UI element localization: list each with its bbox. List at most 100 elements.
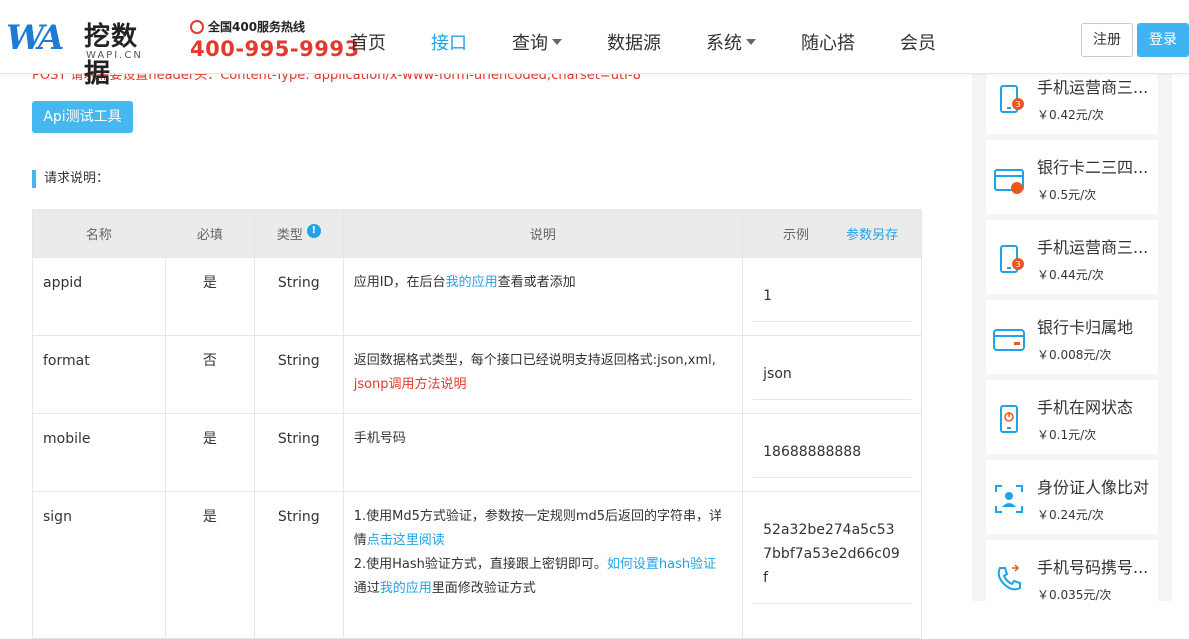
hash-setup-link[interactable]: 如何设置hash验证 xyxy=(607,557,716,572)
param-example-cell: 18688888888 xyxy=(742,413,922,492)
save-params-link[interactable]: 参数另存 xyxy=(846,228,898,243)
header-desc: 说明 xyxy=(342,209,744,258)
nav-member[interactable]: 会员 xyxy=(886,0,950,74)
header-example-label: 示例 xyxy=(783,228,810,243)
param-desc: 返回数据格式类型，每个接口已经说明支持返回格式:json,xml, jsonp调… xyxy=(342,335,744,414)
caret-down-icon xyxy=(552,39,562,45)
sidebar-item-title: 手机在网状态 xyxy=(1037,398,1134,417)
table-header-row: 名称 必填 类型! 说明 示例 参数另存 xyxy=(32,209,922,258)
param-type: String xyxy=(253,335,344,414)
section-title: 请求说明： xyxy=(32,170,109,188)
hotline-label-row: 全国400服务热线 xyxy=(190,18,360,35)
phone-3-icon: 3 xyxy=(1000,85,1024,113)
sidebar-item[interactable]: 手机在网状态 ￥0.1元/次 xyxy=(986,380,1158,454)
logo-mark: WA xyxy=(6,18,64,58)
read-more-link[interactable]: 点击这里阅读 xyxy=(367,533,445,548)
sidebar-item[interactable]: 银行卡二三四... ￥0.5元/次 xyxy=(986,140,1158,214)
nav-label: 数据源 xyxy=(607,33,661,54)
nav-suixinda[interactable]: 随心搭 xyxy=(787,0,869,74)
svg-text:3: 3 xyxy=(1015,100,1020,109)
related-apis-sidebar: 3 手机运营商三... ￥0.42元/次 银行卡二三四... ￥0.5元/次 3… xyxy=(972,60,1172,614)
param-example[interactable]: 52a32be274a5c537bbf7a53e2d66c09f xyxy=(753,505,911,604)
sidebar-item-price: ￥0.5元/次 xyxy=(1037,188,1097,202)
nav-api[interactable]: 接口 xyxy=(417,0,481,74)
param-name: mobile xyxy=(32,413,166,492)
param-desc: 应用ID，在后台我的应用查看或者添加 xyxy=(342,257,744,336)
jsonp-guide-link[interactable]: jsonp调用方法说明 xyxy=(354,377,467,392)
site-header: WA 挖数据 WAPI.CN 全国400服务热线 400-995-9993 首页… xyxy=(0,0,1189,89)
sidebar-item[interactable]: 手机号码携号... ￥0.035元/次 xyxy=(986,540,1158,614)
table-row: sign 是 String 1.使用Md5方式验证，参数按一定规则md5后返回的… xyxy=(32,491,922,639)
header-name: 名称 xyxy=(32,209,166,258)
svg-text:3: 3 xyxy=(1015,260,1020,269)
face-compare-icon xyxy=(995,485,1023,513)
nav-label: 会员 xyxy=(900,33,936,54)
nav-label: 接口 xyxy=(431,33,467,54)
desc-text: 2.使用Hash验证方式，直接跟上密钥即可。 xyxy=(353,557,607,572)
param-example-cell: 1 xyxy=(742,257,922,336)
sidebar-item-title: 身份证人像比对 xyxy=(1037,478,1150,497)
sidebar-item[interactable]: 3 手机运营商三... ￥0.44元/次 xyxy=(986,220,1158,294)
desc-text: 返回数据格式类型，每个接口已经说明支持返回格式:json,xml, xyxy=(353,353,716,368)
sidebar-item-price: ￥0.035元/次 xyxy=(1037,588,1112,602)
param-desc: 手机号码 xyxy=(342,413,744,492)
param-example[interactable]: 18688888888 xyxy=(753,427,911,478)
sidebar-item-price: ￥0.44元/次 xyxy=(1037,268,1104,282)
nav-query[interactable]: 查询 xyxy=(498,0,576,74)
my-apps-link[interactable]: 我的应用 xyxy=(380,581,432,596)
my-apps-link[interactable]: 我的应用 xyxy=(446,275,498,290)
sidebar-item[interactable]: 身份证人像比对 ￥0.24元/次 xyxy=(986,460,1158,534)
param-desc: 1.使用Md5方式验证，参数按一定规则md5后返回的字符串，详情点击这里阅读 2… xyxy=(342,491,744,639)
main-nav: 首页 接口 查询 数据源 系统 随心搭 会员 xyxy=(336,0,967,74)
sidebar-item-price: ￥0.1元/次 xyxy=(1037,428,1097,442)
param-name: appid xyxy=(32,257,166,336)
register-button[interactable]: 注册 xyxy=(1081,23,1133,57)
info-icon[interactable]: ! xyxy=(306,224,321,238)
bank-card-icon xyxy=(993,329,1025,351)
site-logo[interactable]: WA 挖数据 WAPI.CN xyxy=(6,14,158,89)
param-type: String xyxy=(253,257,344,336)
param-type: String xyxy=(253,413,344,492)
sidebar-item[interactable]: 银行卡归属地 ￥0.008元/次 xyxy=(986,300,1158,374)
phone-icon xyxy=(190,19,204,34)
desc-text: 通过 xyxy=(353,581,380,596)
header-type: 类型! xyxy=(253,209,344,258)
nav-system[interactable]: 系统 xyxy=(692,0,770,74)
desc-text: 里面修改验证方式 xyxy=(431,581,536,596)
desc-line: 通过我的应用里面修改验证方式 xyxy=(354,577,732,601)
header-required: 必填 xyxy=(164,209,255,258)
nav-label: 查询 xyxy=(512,33,548,54)
desc-line: 2.使用Hash验证方式，直接跟上密钥即可。如何设置hash验证 xyxy=(354,553,732,577)
param-example[interactable]: json xyxy=(753,349,911,400)
sidebar-item-title: 手机运营商三... xyxy=(1037,78,1149,97)
param-example-cell: 52a32be274a5c537bbf7a53e2d66c09f xyxy=(742,491,922,639)
param-name: format xyxy=(32,335,166,414)
param-type: String xyxy=(253,491,344,639)
table-row: mobile 是 String 手机号码 18688888888 xyxy=(32,413,922,492)
nav-label: 随心搭 xyxy=(801,33,855,54)
sidebar-item-title: 银行卡归属地 xyxy=(1037,318,1134,337)
login-button[interactable]: 登录 xyxy=(1137,23,1189,57)
desc-text: 应用ID，在后台 xyxy=(353,275,446,290)
phone-transfer-icon xyxy=(997,564,1021,591)
param-name: sign xyxy=(32,491,166,639)
header-example: 示例 参数另存 xyxy=(742,209,922,258)
phone-3-icon: 3 xyxy=(1000,245,1024,273)
nav-datasource[interactable]: 数据源 xyxy=(593,0,675,74)
logo-english-name: WAPI.CN xyxy=(86,50,143,61)
sidebar-item-price: ￥0.42元/次 xyxy=(1037,108,1104,122)
desc-text: 查看或者添加 xyxy=(497,275,576,290)
param-example[interactable]: 1 xyxy=(753,271,911,322)
api-test-tool-button[interactable]: Api测试工具 xyxy=(32,101,133,133)
param-required: 是 xyxy=(164,413,255,492)
param-required: 是 xyxy=(164,491,255,639)
desc-line: 1.使用Md5方式验证，参数按一定规则md5后返回的字符串，详情点击这里阅读 xyxy=(354,505,732,553)
hotline-number: 400-995-9993 xyxy=(190,37,360,61)
nav-home[interactable]: 首页 xyxy=(336,0,400,74)
table-row: format 否 String 返回数据格式类型，每个接口已经说明支持返回格式:… xyxy=(32,335,922,414)
params-table: 名称 必填 类型! 说明 示例 参数另存 appid 是 String 应用ID，… xyxy=(32,209,922,639)
sidebar-item-title: 手机运营商三... xyxy=(1037,238,1149,257)
sidebar-item-price: ￥0.24元/次 xyxy=(1037,508,1104,522)
sidebar-item-price: ￥0.008元/次 xyxy=(1037,348,1112,362)
table-row: appid 是 String 应用ID，在后台我的应用查看或者添加 1 xyxy=(32,257,922,336)
